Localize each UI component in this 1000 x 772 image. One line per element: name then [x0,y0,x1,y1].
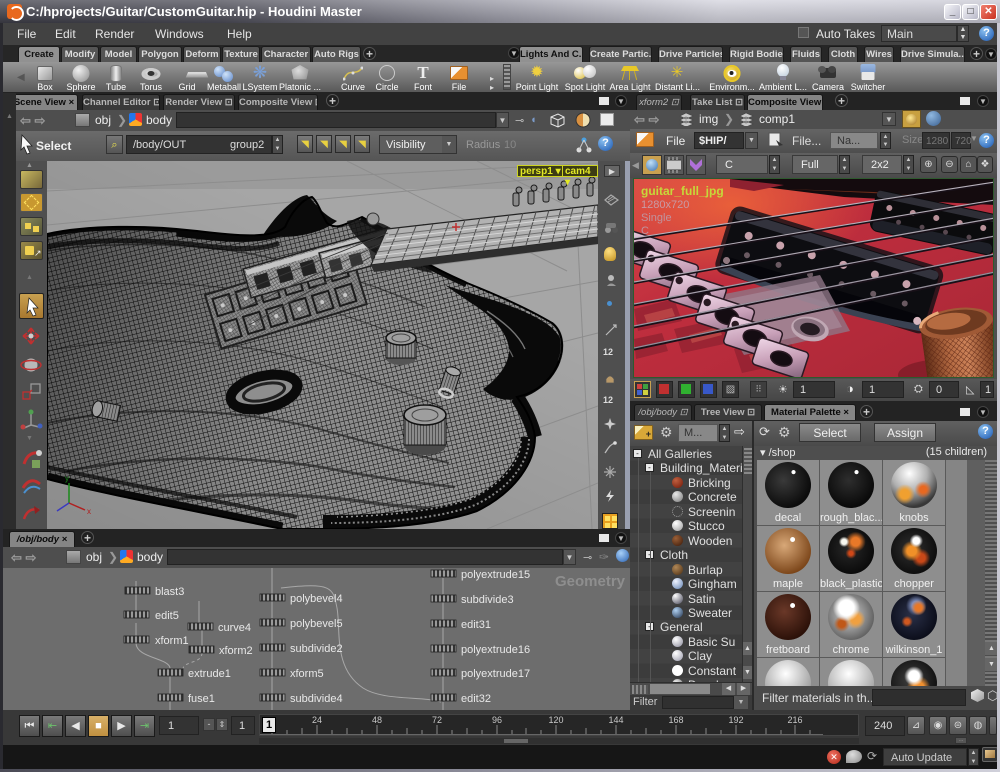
svg-text:polyextrude15: polyextrude15 [461,569,530,581]
svg-text:216: 216 [787,715,802,725]
svg-text:xform1: xform1 [155,635,189,647]
svg-text:xform5: xform5 [290,668,324,680]
svg-text:edit31: edit31 [461,619,491,631]
svg-text:polyextrude17: polyextrude17 [461,668,530,680]
svg-text:x: x [87,507,91,516]
svg-text:y: y [65,474,69,483]
svg-text:polybevel4: polybevel4 [290,593,343,605]
svg-text:guitar_full_jpg: guitar_full_jpg [641,184,724,198]
svg-text:subdivide2: subdivide2 [290,643,343,655]
svg-text:96: 96 [492,715,502,725]
svg-text:polybevel5: polybevel5 [290,618,343,630]
svg-text:Single: Single [641,212,672,224]
svg-text:192: 192 [728,715,743,725]
svg-text:72: 72 [432,715,442,725]
svg-text:curve4: curve4 [218,622,251,634]
svg-text:polyextrude16: polyextrude16 [461,644,530,656]
svg-text:extrude1: extrude1 [188,668,231,680]
svg-text:blast3: blast3 [155,586,184,598]
svg-text:xform2: xform2 [219,645,253,657]
svg-text:144: 144 [608,715,623,725]
svg-text:subdivide3: subdivide3 [461,594,514,606]
svg-text:C: C [641,225,649,237]
svg-text:edit5: edit5 [155,610,179,622]
svg-text:subdivide4: subdivide4 [290,693,343,705]
svg-text:fuse1: fuse1 [188,693,215,705]
svg-text:24: 24 [312,715,322,725]
svg-text:168: 168 [668,715,683,725]
svg-text:Geometry: Geometry [555,573,626,590]
svg-text:1280x720: 1280x720 [641,199,689,211]
svg-text:120: 120 [548,715,563,725]
svg-text:48: 48 [372,715,382,725]
svg-text:edit32: edit32 [461,693,491,705]
